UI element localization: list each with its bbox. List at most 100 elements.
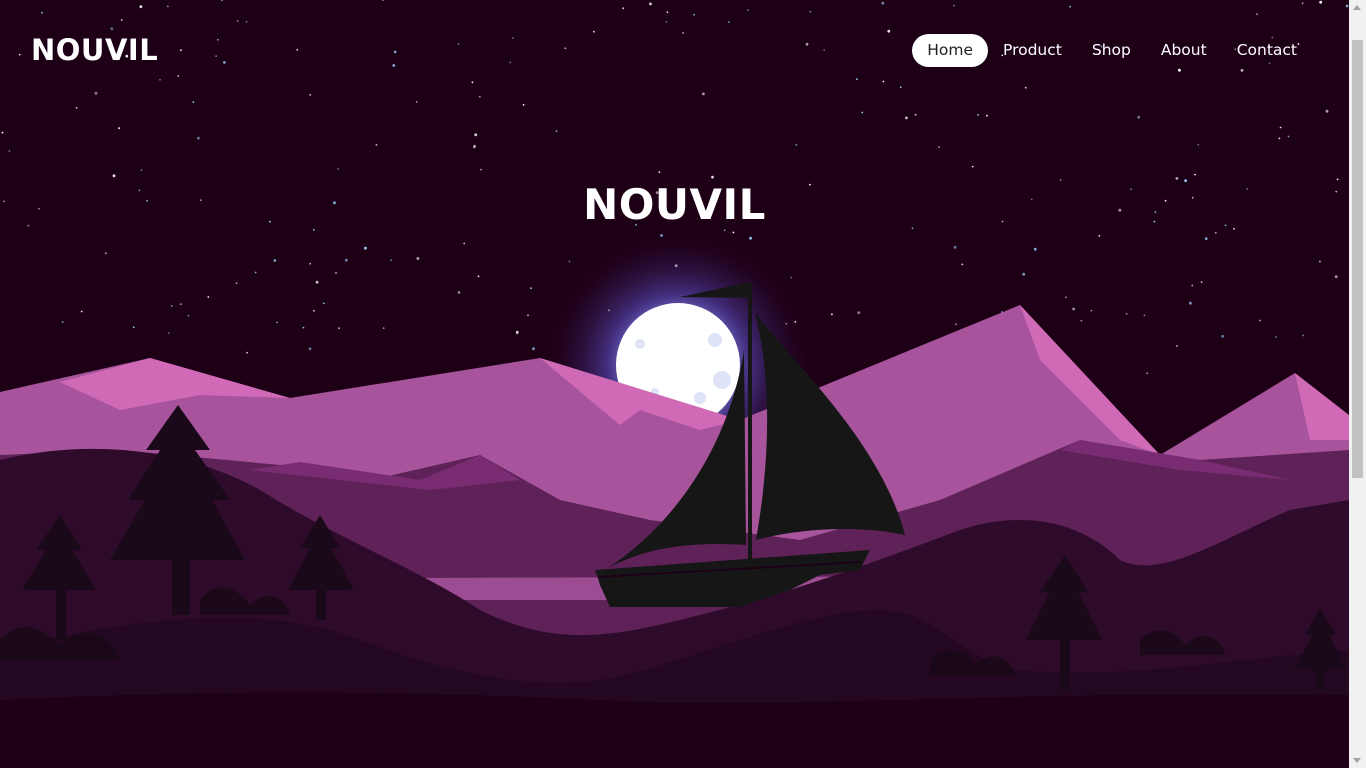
star	[1033, 247, 1037, 251]
star	[80, 310, 83, 313]
star	[914, 113, 917, 116]
star	[312, 228, 315, 231]
star	[170, 305, 173, 307]
star	[905, 116, 908, 120]
nav-item-home[interactable]: Home	[912, 34, 988, 67]
star	[1200, 281, 1203, 284]
star	[530, 287, 532, 289]
main-nav: Home Product Shop About Contact	[912, 34, 1312, 67]
star	[1325, 109, 1329, 113]
star	[1080, 319, 1083, 322]
star	[1287, 135, 1290, 138]
star	[309, 262, 312, 265]
star	[749, 236, 752, 240]
star	[961, 263, 964, 266]
hero-title: NOUVIL	[583, 180, 766, 229]
star	[1090, 309, 1093, 312]
star	[1191, 284, 1194, 287]
star	[1065, 296, 1067, 299]
star	[1334, 275, 1338, 279]
hero-illustration	[0, 0, 1349, 768]
star	[322, 302, 325, 305]
star	[1197, 143, 1200, 146]
nav-item-product[interactable]: Product	[988, 34, 1077, 67]
star	[335, 272, 337, 274]
star	[273, 259, 277, 262]
star	[375, 144, 378, 146]
ground-foreground	[0, 692, 1349, 768]
star	[140, 169, 143, 172]
star	[473, 144, 476, 147]
star	[112, 174, 116, 178]
star	[364, 246, 367, 250]
star	[1, 131, 4, 134]
star	[831, 313, 833, 316]
star	[1319, 260, 1321, 263]
scrollbar-thumb[interactable]	[1352, 40, 1363, 478]
star	[1302, 334, 1304, 337]
scroll-up-arrow-icon[interactable]	[1353, 5, 1361, 10]
star	[104, 252, 107, 255]
star	[977, 114, 979, 116]
star	[344, 258, 348, 262]
star	[463, 242, 466, 245]
nav-item-contact[interactable]: Contact	[1222, 34, 1312, 67]
star	[732, 231, 735, 234]
star	[477, 275, 480, 278]
star	[1125, 312, 1128, 315]
star	[338, 327, 340, 330]
star	[416, 257, 420, 260]
star	[132, 326, 135, 329]
star	[711, 175, 714, 179]
star	[315, 280, 319, 284]
star	[1278, 137, 1281, 140]
star	[1275, 336, 1277, 338]
site-header: NOUVIL Home Product Shop About Contact	[0, 0, 1349, 100]
nav-item-shop[interactable]: Shop	[1077, 34, 1146, 67]
star	[1221, 334, 1224, 338]
star	[1098, 234, 1101, 237]
star	[971, 165, 974, 168]
star	[532, 347, 535, 351]
star	[118, 127, 120, 130]
star	[1146, 372, 1149, 375]
star	[527, 314, 529, 317]
star	[1214, 231, 1217, 234]
star	[568, 260, 571, 263]
star	[207, 296, 210, 298]
star	[955, 323, 957, 326]
star	[1194, 173, 1196, 176]
star	[986, 114, 988, 117]
star	[1189, 301, 1192, 305]
star	[953, 245, 957, 249]
scroll-down-arrow-icon[interactable]	[1353, 758, 1361, 763]
star	[474, 133, 478, 137]
star	[1137, 115, 1141, 119]
star	[1176, 345, 1178, 347]
star	[795, 144, 798, 146]
star	[522, 104, 525, 106]
star	[75, 106, 78, 109]
star	[179, 303, 182, 305]
star	[415, 101, 418, 103]
star	[790, 276, 792, 279]
star	[313, 309, 315, 312]
star	[480, 168, 482, 171]
star	[1072, 307, 1075, 311]
star	[8, 150, 11, 153]
star	[1204, 237, 1208, 241]
nav-item-about[interactable]: About	[1146, 34, 1222, 67]
boat-mast	[748, 282, 752, 560]
star	[516, 332, 518, 335]
star	[276, 321, 278, 324]
star	[1022, 272, 1026, 276]
star	[861, 111, 864, 114]
star	[1259, 319, 1261, 322]
star	[555, 130, 558, 133]
star	[197, 136, 200, 140]
page-scrollbar[interactable]	[1349, 0, 1366, 768]
star	[61, 321, 64, 323]
star	[457, 291, 461, 294]
star	[658, 171, 661, 174]
brand-logo[interactable]: NOUVIL	[31, 33, 158, 67]
